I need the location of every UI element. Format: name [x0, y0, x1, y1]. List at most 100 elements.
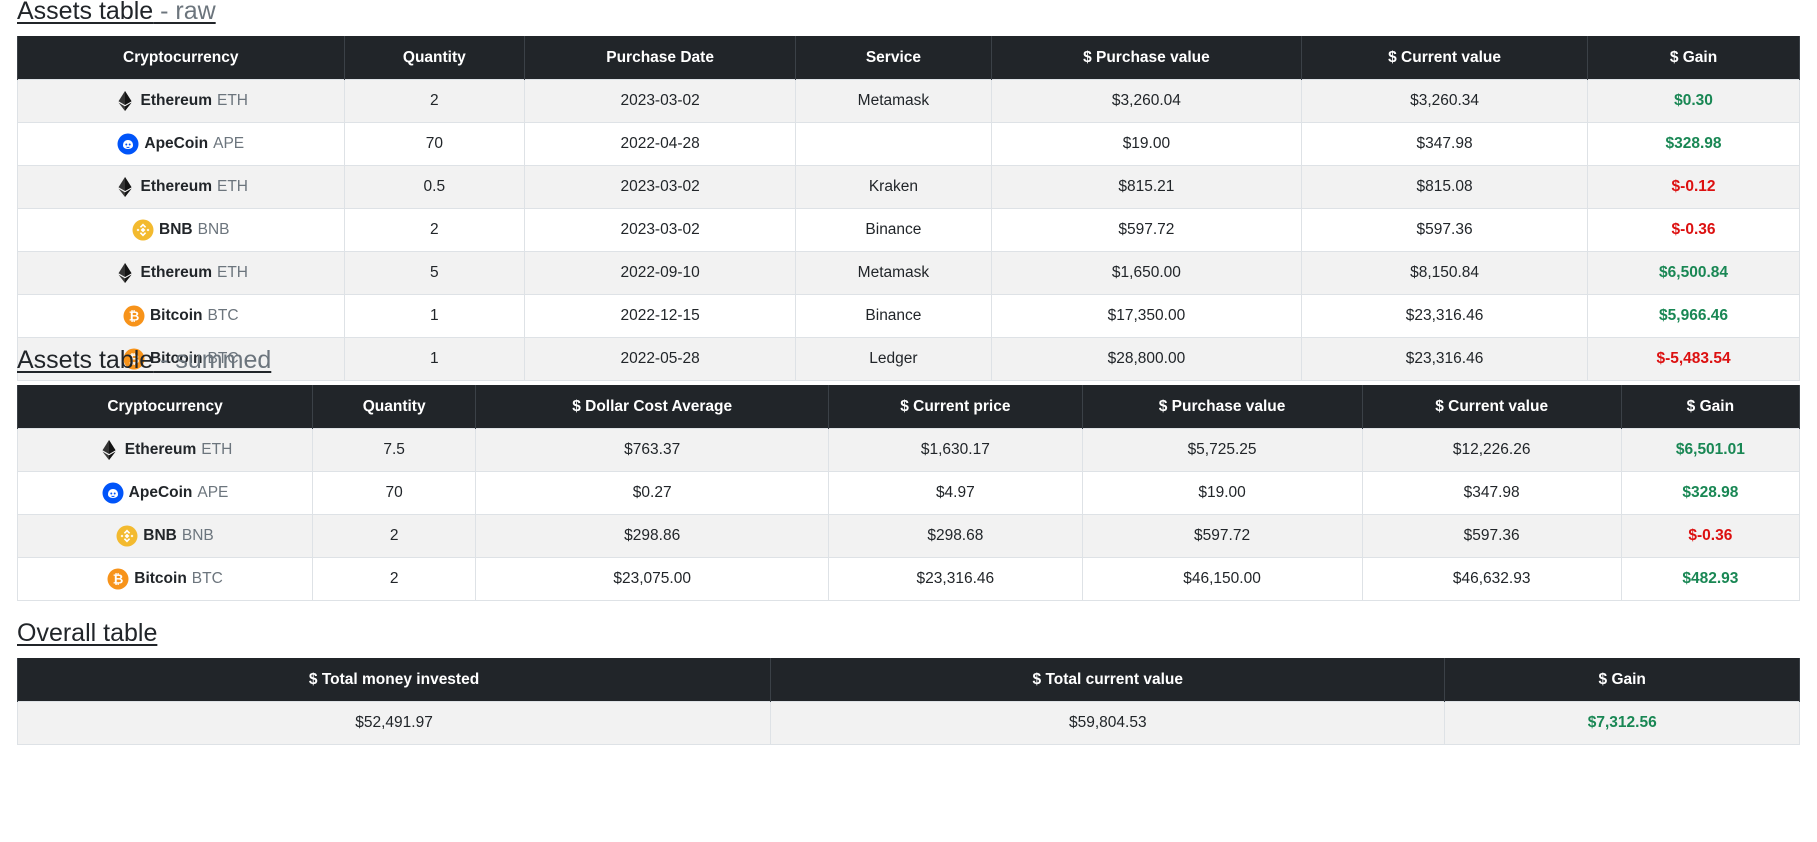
crypto-cell: Ethereum ETH — [17, 165, 345, 209]
purchase-value-cell: $17,350.00 — [990, 294, 1303, 338]
raw-header-current-value: $ Current value — [1301, 36, 1589, 80]
overall-table-heading: Overall table — [17, 619, 158, 647]
current-value-cell: $12,226.26 — [1361, 428, 1622, 472]
gain-cell: $6,500.84 — [1587, 251, 1800, 295]
summed-header-current-value: $ Current value — [1361, 385, 1622, 429]
quantity-cell: 5 — [343, 251, 526, 295]
coin-label: Ethereum ETH — [114, 90, 248, 112]
table-row: ApeCoin APE 70 $0.27 $4.97 $19.00 $347.98 $328.… — [16, 471, 1801, 515]
crypto-cell: Ethereum ETH — [16, 428, 314, 472]
quantity-cell: 7.5 — [312, 428, 477, 472]
overall-header-total-money-invested: $ Total money invested — [16, 658, 772, 702]
purchase-value-cell: $46,150.00 — [1081, 557, 1363, 601]
gain-cell: $328.98 — [1587, 122, 1800, 166]
overall-table-container: $ Total money invested $ Total current va… — [16, 658, 1800, 745]
table-row: Ethereum ETH 7.5 $763.37 $1,630.17 $5,725.25 $… — [16, 428, 1801, 472]
current-value-cell: $597.36 — [1301, 208, 1589, 252]
table-row: ApeCoin APE 70 2022-04-28 $19.00 $347.98 $328.… — [17, 122, 1800, 166]
purchase-value-cell: $19.00 — [990, 122, 1303, 166]
gain-cell: $482.93 — [1620, 557, 1801, 601]
current-value-cell: $347.98 — [1301, 122, 1589, 166]
coin-label: Ethereum ETH — [114, 176, 248, 198]
coin-label: ₿ Bitcoin BTC — [123, 305, 239, 327]
summed-header-purchase-value: $ Purchase value — [1081, 385, 1363, 429]
purchase-value-cell: $5,725.25 — [1081, 428, 1363, 472]
purchase-date-cell: 2022-05-28 — [524, 337, 797, 381]
coin-name: Bitcoin — [134, 570, 187, 587]
current-value-cell: $46,632.93 — [1361, 557, 1622, 601]
coin-symbol: APE — [197, 484, 229, 501]
purchase-date-cell: 2022-09-10 — [524, 251, 797, 295]
dollar-cost-average-cell: $0.27 — [475, 471, 830, 515]
current-value-cell: $23,316.46 — [1301, 337, 1589, 381]
table-row: Ethereum ETH 0.5 2023-03-02 Kraken $815.21 $81… — [17, 165, 1800, 209]
table-row: BNB BNB 2 $298.86 $298.68 $597.72 $597.36 $-0.3… — [16, 514, 1801, 558]
coin-symbol: APE — [213, 135, 245, 152]
service-cell — [795, 122, 992, 166]
coin-symbol: BNB — [197, 221, 230, 238]
crypto-cell: BNB BNB — [17, 208, 345, 252]
table-row: ₿ Bitcoin BTC 2 $23,075.00 $23,316.46 $46,150.… — [16, 557, 1801, 601]
coin-label: ApeCoin APE — [117, 133, 244, 155]
current-value-cell: $23,316.46 — [1301, 294, 1589, 338]
ethereum-icon — [114, 176, 136, 198]
purchase-value-cell: $28,800.00 — [990, 337, 1303, 381]
quantity-cell: 2 — [343, 208, 526, 252]
service-cell: Ledger — [795, 337, 992, 381]
gain-cell: $328.98 — [1620, 471, 1801, 515]
quantity-cell: 0.5 — [343, 165, 526, 209]
summed-header-dollar-cost-average: $ Dollar Cost Average — [475, 385, 830, 429]
current-value-cell: $597.36 — [1361, 514, 1622, 558]
coin-symbol: ETH — [217, 178, 248, 195]
quantity-cell: 1 — [343, 337, 526, 381]
gain-cell: $5,966.46 — [1587, 294, 1800, 338]
purchase-value-cell: $1,650.00 — [990, 251, 1303, 295]
quantity-cell: 1 — [343, 294, 526, 338]
coin-symbol: BNB — [181, 527, 214, 544]
crypto-cell: ₿ Bitcoin BTC — [16, 557, 314, 601]
raw-header-purchase-date: Purchase Date — [524, 36, 797, 80]
purchase-date-cell: 2022-12-15 — [524, 294, 797, 338]
dollar-cost-average-cell: $23,075.00 — [475, 557, 830, 601]
summed-header-quantity: Quantity — [312, 385, 477, 429]
coin-symbol: BTC — [207, 307, 239, 324]
crypto-cell: ApeCoin APE — [16, 471, 314, 515]
purchase-value-cell: $597.72 — [990, 208, 1303, 252]
overall-header-total-current-value: $ Total current value — [770, 658, 1446, 702]
quantity-cell: 2 — [343, 79, 526, 123]
summed-header-current-price: $ Current price — [828, 385, 1083, 429]
purchase-value-cell: $815.21 — [990, 165, 1303, 209]
coin-name: Ethereum — [140, 264, 213, 281]
coin-name: ApeCoin — [144, 135, 209, 152]
coin-symbol: ETH — [201, 441, 233, 458]
bitcoin-icon: ₿ — [123, 305, 145, 327]
current-price-cell: $1,630.17 — [828, 428, 1083, 472]
current-value-cell: $815.08 — [1301, 165, 1589, 209]
current-price-cell: $298.68 — [828, 514, 1083, 558]
total-invested-cell: $52,491.97 — [16, 701, 772, 745]
purchase-date-cell: 2023-03-02 — [524, 208, 797, 252]
summed-assets-table: Cryptocurrency Quantity $ Dollar Cost Aver… — [16, 385, 1801, 601]
quantity-cell: 70 — [343, 122, 526, 166]
gain-cell: $-0.36 — [1620, 514, 1801, 558]
current-value-cell: $3,260.34 — [1301, 79, 1589, 123]
crypto-cell: Ethereum ETH — [17, 251, 345, 295]
apecoin-icon — [102, 482, 124, 504]
purchase-date-cell: 2023-03-02 — [524, 165, 797, 209]
service-cell: Binance — [795, 208, 992, 252]
purchase-value-cell: $3,260.04 — [990, 79, 1303, 123]
ethereum-icon — [114, 262, 136, 284]
raw-header-service: Service — [795, 36, 992, 80]
ethereum-icon — [98, 439, 120, 461]
apecoin-icon — [117, 133, 139, 155]
coin-name: Bitcoin — [149, 307, 203, 324]
crypto-cell: ₿ Bitcoin BTC — [17, 294, 345, 338]
gain-cell: $6,501.01 — [1620, 428, 1801, 472]
coin-symbol: ETH — [217, 92, 248, 109]
current-value-cell: $347.98 — [1361, 471, 1622, 515]
service-cell: Binance — [795, 294, 992, 338]
coin-label: BNB BNB — [132, 219, 229, 241]
dollar-cost-average-cell: $298.86 — [475, 514, 830, 558]
bitcoin-icon: ₿ — [107, 568, 129, 590]
purchase-value-cell: $597.72 — [1081, 514, 1363, 558]
